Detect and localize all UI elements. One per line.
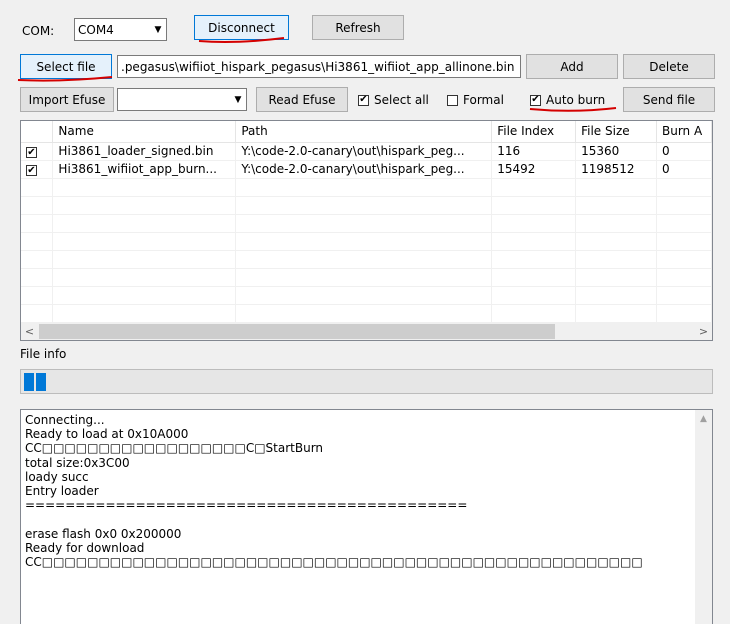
progress-block: [36, 373, 46, 391]
column-header-check[interactable]: [21, 121, 54, 143]
column-header-name[interactable]: Name: [52, 121, 237, 143]
checkmark-icon[interactable]: ✔: [26, 147, 37, 159]
column-header-burn-addr[interactable]: Burn A: [656, 121, 712, 143]
select-all-checkbox[interactable]: ✔ Select all: [358, 93, 429, 107]
file-size: 15360: [575, 142, 657, 161]
empty-row: [21, 232, 712, 251]
scrollbar-thumb[interactable]: [39, 324, 555, 339]
empty-row: [21, 304, 712, 323]
file-info-label: File info: [20, 347, 67, 361]
file-path: Y:\code-2.0-canary\out\hispark_peg...: [235, 160, 493, 179]
file-name: Hi3861_wifiiot_app_burn...: [52, 160, 237, 179]
file-list-table[interactable]: Name Path File Index File Size Burn A ✔ …: [20, 120, 713, 341]
refresh-button[interactable]: Refresh: [312, 15, 404, 40]
log-text: Connecting... Ready to load at 0x10A000 …: [25, 413, 643, 570]
efuse-select[interactable]: ▼: [117, 88, 247, 111]
empty-row: [21, 214, 712, 233]
column-header-path[interactable]: Path: [235, 121, 493, 143]
chevron-left-icon[interactable]: <: [21, 323, 38, 340]
table-header: Name Path File Index File Size Burn A: [21, 121, 712, 143]
file-path: Y:\code-2.0-canary\out\hispark_peg...: [235, 142, 493, 161]
file-name: Hi3861_loader_signed.bin: [52, 142, 237, 161]
disconnect-annotation-underline: [198, 37, 285, 43]
com-label: COM:: [22, 24, 55, 38]
formal-label: Formal: [463, 93, 504, 107]
column-header-file-index[interactable]: File Index: [491, 121, 577, 143]
file-index: 116: [491, 142, 577, 161]
checkmark-icon: ✔: [358, 94, 369, 106]
burn-progress-bar: [20, 369, 713, 394]
empty-row: [21, 268, 712, 287]
progress-block: [24, 373, 34, 391]
file-size: 1198512: [575, 160, 657, 179]
checkbox-empty-icon: [447, 94, 458, 106]
chevron-right-icon[interactable]: >: [695, 323, 712, 340]
horizontal-scrollbar[interactable]: < >: [21, 323, 712, 340]
empty-row: [21, 178, 712, 197]
table-row[interactable]: ✔ Hi3861_loader_signed.bin Y:\code-2.0-c…: [21, 142, 712, 161]
formal-checkbox[interactable]: Formal: [447, 93, 504, 107]
checkmark-icon[interactable]: ✔: [26, 165, 37, 177]
import-efuse-button[interactable]: Import Efuse: [20, 87, 114, 112]
delete-button[interactable]: Delete: [623, 54, 715, 79]
log-output[interactable]: Connecting... Ready to load at 0x10A000 …: [20, 409, 713, 624]
send-file-button[interactable]: Send file: [623, 87, 715, 112]
auto-burn-annotation-underline: [529, 107, 617, 112]
file-index: 15492: [491, 160, 577, 179]
chevron-down-icon: ▼: [154, 24, 162, 35]
file-path-input[interactable]: .pegasus\wifiiot_hispark_pegasus\Hi3861_…: [117, 55, 521, 78]
chevron-down-icon: ▼: [234, 94, 242, 105]
com-port-select[interactable]: COM4 ▼: [74, 18, 167, 41]
select-all-label: Select all: [374, 93, 429, 107]
column-header-file-size[interactable]: File Size: [575, 121, 657, 143]
empty-row: [21, 250, 712, 269]
burn-addr: 0: [656, 160, 712, 179]
vertical-scrollbar[interactable]: ▲: [695, 410, 712, 624]
select-file-annotation-underline: [17, 76, 113, 82]
empty-row: [21, 196, 712, 215]
burn-addr: 0: [656, 142, 712, 161]
add-button[interactable]: Add: [526, 54, 618, 79]
chevron-up-icon[interactable]: ▲: [695, 410, 712, 427]
empty-row: [21, 286, 712, 305]
table-row[interactable]: ✔ Hi3861_wifiiot_app_burn... Y:\code-2.0…: [21, 160, 712, 179]
com-port-value: COM4: [78, 22, 114, 37]
read-efuse-button[interactable]: Read Efuse: [256, 87, 348, 112]
